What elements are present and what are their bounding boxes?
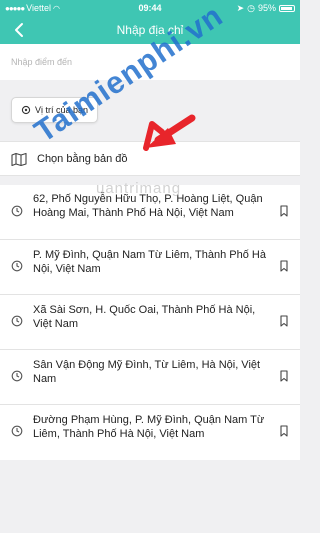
battery-percent: 95%	[257, 3, 276, 13]
bookmark-icon[interactable]	[279, 315, 289, 327]
list-item[interactable]: P. Mỹ Đình, Quận Nam Từ Liêm, Thành Phố …	[0, 240, 300, 295]
carrier-label: Viettel	[26, 3, 52, 13]
map-icon	[11, 152, 27, 166]
choose-on-map-row[interactable]: Chọn bằng bản đồ	[0, 141, 300, 176]
address-text: 62, Phố Nguyễn Hữu Thọ, P. Hoàng Liệt, Q…	[33, 193, 263, 219]
list-item[interactable]: 62, Phố Nguyễn Hữu Thọ, P. Hoàng Liệt, Q…	[0, 185, 300, 240]
address-text: Đường Phạm Hùng, P. Mỹ Đình, Quận Nam Từ…	[33, 414, 265, 440]
address-text: Xã Sài Sơn, H. Quốc Oai, Thành Phố Hà Nộ…	[33, 304, 256, 330]
app-header: Nhập địa chỉ	[0, 16, 300, 44]
current-location-label: Vị trí của bạn	[35, 105, 89, 115]
clock-icon	[11, 205, 23, 217]
back-arrow-icon	[15, 23, 23, 37]
battery-icon	[279, 4, 295, 12]
bookmark-icon[interactable]	[279, 260, 289, 272]
clock-time: 09:44	[138, 3, 162, 13]
destination-input[interactable]	[0, 44, 300, 80]
status-bar: ●●●●● Viettel ◠ 09:44 ➤ ◷ 95%	[0, 0, 300, 16]
clock-icon	[11, 260, 23, 272]
wifi-icon: ◠	[53, 3, 61, 13]
location-arrow-icon: ➤	[236, 2, 245, 13]
bookmark-icon[interactable]	[279, 370, 289, 382]
status-right: ➤ ◷ 95%	[195, 3, 295, 14]
destination-search	[0, 44, 300, 80]
bookmark-icon[interactable]	[279, 205, 289, 217]
clock-icon	[11, 425, 23, 437]
list-item[interactable]: Xã Sài Sơn, H. Quốc Oai, Thành Phố Hà Nộ…	[0, 295, 300, 350]
list-item[interactable]: Đường Phạm Hùng, P. Mỹ Đình, Quận Nam Từ…	[0, 405, 300, 460]
bookmark-icon[interactable]	[279, 425, 289, 437]
list-item[interactable]: Sân Vận Động Mỹ Đình, Từ Liêm, Hà Nội, V…	[0, 350, 300, 405]
target-icon	[21, 105, 31, 115]
address-text: P. Mỹ Đình, Quận Nam Từ Liêm, Thành Phố …	[33, 249, 266, 275]
recent-address-list: 62, Phố Nguyễn Hữu Thọ, P. Hoàng Liệt, Q…	[0, 185, 300, 460]
clock-icon	[11, 315, 23, 327]
alarm-icon: ◷	[247, 2, 255, 13]
address-text: Sân Vận Động Mỹ Đình, Từ Liêm, Hà Nội, V…	[33, 359, 261, 385]
current-location-button[interactable]: Vị trí của bạn	[11, 97, 99, 123]
back-button[interactable]	[8, 19, 30, 41]
clock-icon	[11, 370, 23, 382]
choose-on-map-label: Chọn bằng bản đồ	[37, 152, 128, 165]
signal-icon: ●●●●●	[5, 3, 25, 13]
page-title: Nhập địa chỉ	[116, 23, 184, 37]
status-left: ●●●●● Viettel ◠	[5, 3, 105, 13]
